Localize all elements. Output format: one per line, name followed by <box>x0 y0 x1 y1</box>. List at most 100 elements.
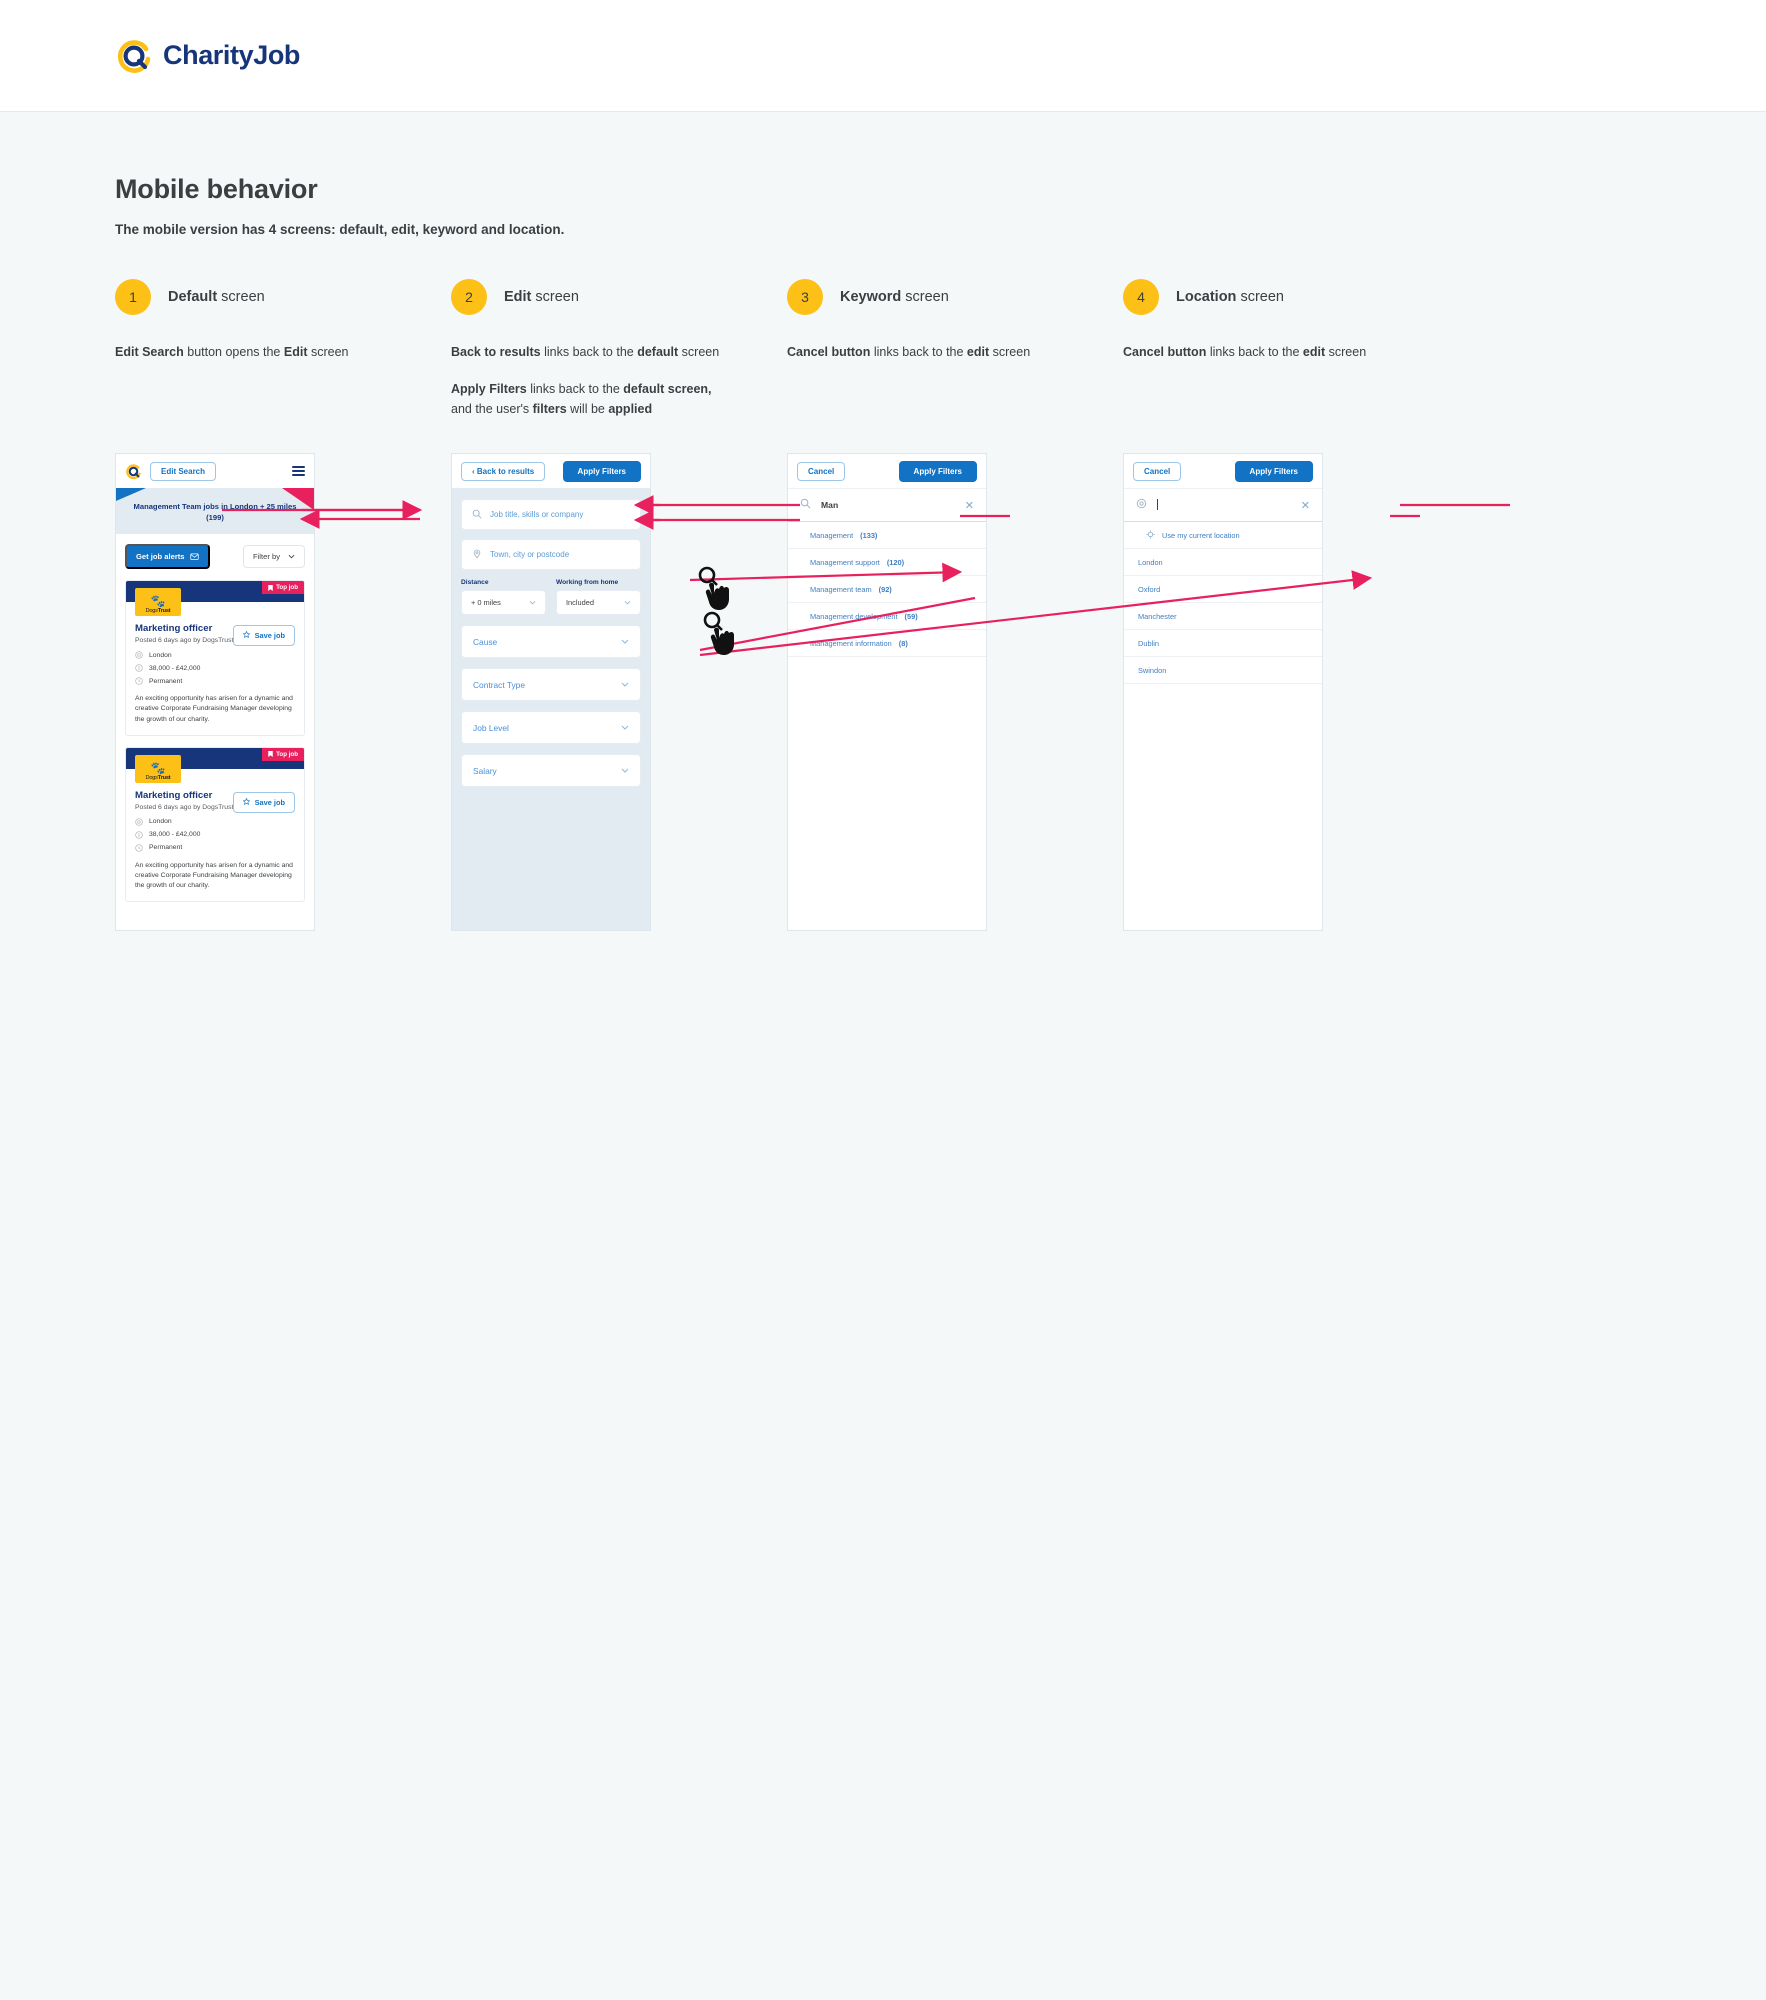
job-card[interactable]: Top job 🐾 DogsTrust Marketing officer Po… <box>125 746 305 903</box>
filter-accordion-salary[interactable]: Salary <box>461 754 641 788</box>
location-input[interactable]: Town, city or postcode <box>461 539 641 571</box>
location-pin-icon <box>1136 496 1147 514</box>
distance-label: Distance <box>461 579 489 587</box>
job-meta: London 38,000 - £42,000 Permanent <box>135 651 295 685</box>
location-screen-header: Cancel Apply Filters <box>1124 454 1322 489</box>
bookmark-icon <box>268 751 273 758</box>
distance-select[interactable]: + 0 miles <box>461 590 546 616</box>
hamburger-menu-icon[interactable] <box>292 466 305 477</box>
filter-accordion-job-level[interactable]: Job Level <box>461 711 641 745</box>
clock-icon <box>135 677 143 685</box>
filter-by-button[interactable]: Filter by <box>242 545 305 569</box>
edit-screen-body: Job title, skills or company Town, city … <box>452 488 650 931</box>
list-item[interactable]: Management team (92) <box>788 576 986 604</box>
page-title: Mobile behavior <box>115 174 318 204</box>
suggestion-label: Management development <box>810 611 898 621</box>
top-job-badge: Top job <box>262 581 304 595</box>
keyword-input-placeholder: Job title, skills or company <box>490 510 584 520</box>
close-icon[interactable]: ✕ <box>965 499 974 512</box>
list-item[interactable]: Management development (59) <box>788 603 986 631</box>
job-salary-row: 38,000 - £42,000 <box>135 831 295 839</box>
back-to-results-button[interactable]: ‹ Back to results <box>461 461 546 481</box>
search-icon <box>472 506 482 524</box>
company-logo: 🐾 DogsTrust <box>135 588 181 617</box>
back-to-results-label: Back to results <box>476 466 535 476</box>
app-header: CharityJob <box>0 0 1766 112</box>
working-from-home-field: Working from home Included <box>556 579 641 616</box>
list-item[interactable]: Swindon <box>1124 657 1322 685</box>
results-banner: Management Team jobs in London + 25 mile… <box>116 488 314 535</box>
list-item[interactable]: Management (133) <box>788 522 986 550</box>
mockup-slot-default: Edit Search Management Team jobs in Lond… <box>115 453 451 953</box>
chevron-down-icon <box>288 552 295 561</box>
step-badge-2: 2 <box>451 279 487 315</box>
job-contract: Permanent <box>149 677 183 685</box>
save-job-button[interactable]: Save job <box>232 625 295 647</box>
use-current-location-label: Use my current location <box>1162 530 1240 540</box>
job-contract-row: Permanent <box>135 677 295 685</box>
keyword-search-field[interactable]: Man ✕ <box>788 488 986 523</box>
step-description-4: Cancel button links back to the edit scr… <box>1123 345 1367 359</box>
list-item[interactable]: Oxford <box>1124 576 1322 604</box>
star-icon <box>242 630 251 640</box>
step-header-4: 4 Location screen <box>1123 279 1459 315</box>
step-description-1: Edit Search button opens the Edit screen <box>115 345 349 359</box>
distance-working-row: Distance + 0 miles Working from home Inc… <box>461 579 641 616</box>
location-pin-icon <box>135 818 143 826</box>
list-item[interactable]: Manchester <box>1124 603 1322 631</box>
company-logo: 🐾 DogsTrust <box>135 754 181 783</box>
keyword-search-value: Man <box>821 500 839 511</box>
top-job-badge: Top job <box>262 747 304 761</box>
filter-accordion-cause[interactable]: Cause <box>461 625 641 659</box>
page-subtitle: The mobile version has 4 screens: defaul… <box>115 222 565 237</box>
cancel-button[interactable]: Cancel <box>1133 461 1182 481</box>
job-location: London <box>149 818 172 826</box>
save-job-label: Save job <box>254 797 285 807</box>
job-location-row: London <box>135 651 295 659</box>
chevron-down-icon <box>621 723 629 732</box>
edit-search-button[interactable]: Edit Search <box>150 461 217 481</box>
location-suggestion-list: Use my current location London Oxford Ma… <box>1124 522 1322 685</box>
default-screen-header: Edit Search <box>116 454 314 489</box>
default-screen-body: Get job alerts Filter by Top job 🐾 DogsT… <box>116 534 314 903</box>
apply-filters-button[interactable]: Apply Filters <box>562 460 641 482</box>
list-item[interactable]: London <box>1124 549 1322 577</box>
dog-icon: 🐾 <box>150 760 166 775</box>
job-card[interactable]: Top job 🐾 DogsTrust Marketing officer Po… <box>125 580 305 736</box>
brand-logo[interactable]: CharityJob <box>115 37 300 75</box>
working-from-home-label: Working from home <box>556 579 619 587</box>
mockup-slot-location: Cancel Apply Filters ✕ Use my current lo… <box>1123 453 1459 953</box>
use-current-location-item[interactable]: Use my current location <box>1124 522 1322 550</box>
close-icon[interactable]: ✕ <box>1301 499 1310 512</box>
location-search-field[interactable]: ✕ <box>1124 488 1322 523</box>
cancel-button[interactable]: Cancel <box>797 461 846 481</box>
apply-filters-button[interactable]: Apply Filters <box>898 460 977 482</box>
keyword-input[interactable]: Job title, skills or company <box>461 499 641 531</box>
list-item[interactable]: Management support (120) <box>788 549 986 577</box>
list-item[interactable]: Dublin <box>1124 630 1322 658</box>
list-item[interactable]: Management information (8) <box>788 630 986 658</box>
search-icon <box>800 496 811 514</box>
default-screen-actions: Get job alerts Filter by <box>125 544 305 570</box>
get-job-alerts-button[interactable]: Get job alerts <box>125 544 210 570</box>
step-column-1: 1 Default screen Edit Search button open… <box>115 279 451 419</box>
mobile-screen-location: Cancel Apply Filters ✕ Use my current lo… <box>1123 453 1323 932</box>
location-pin-icon <box>135 651 143 659</box>
step-title-4: Location screen <box>1176 289 1284 305</box>
results-banner-text: Management Team jobs in London + 25 mile… <box>133 502 297 523</box>
location-input-placeholder: Town, city or postcode <box>490 550 570 560</box>
mockup-slot-keyword: Cancel Apply Filters Man ✕ Management (1… <box>787 453 1123 953</box>
keyword-suggestion-list: Management (133) Management support (120… <box>788 522 986 658</box>
save-job-button[interactable]: Save job <box>232 791 295 813</box>
apply-filters-button[interactable]: Apply Filters <box>1234 460 1313 482</box>
working-from-home-select[interactable]: Included <box>556 590 641 616</box>
mockup-slot-edit: ‹ Back to results Apply Filters Job titl… <box>451 453 787 953</box>
filter-accordion-contract-type[interactable]: Contract Type <box>461 668 641 702</box>
filter-accordion-label: Job Level <box>473 722 509 733</box>
step-title-3: Keyword screen <box>840 289 949 305</box>
money-icon <box>135 664 143 672</box>
money-icon <box>135 831 143 839</box>
suggestion-label: Management <box>810 530 854 540</box>
step-description-2a: Back to results links back to the defaul… <box>451 345 720 359</box>
job-contract: Permanent <box>149 844 183 852</box>
